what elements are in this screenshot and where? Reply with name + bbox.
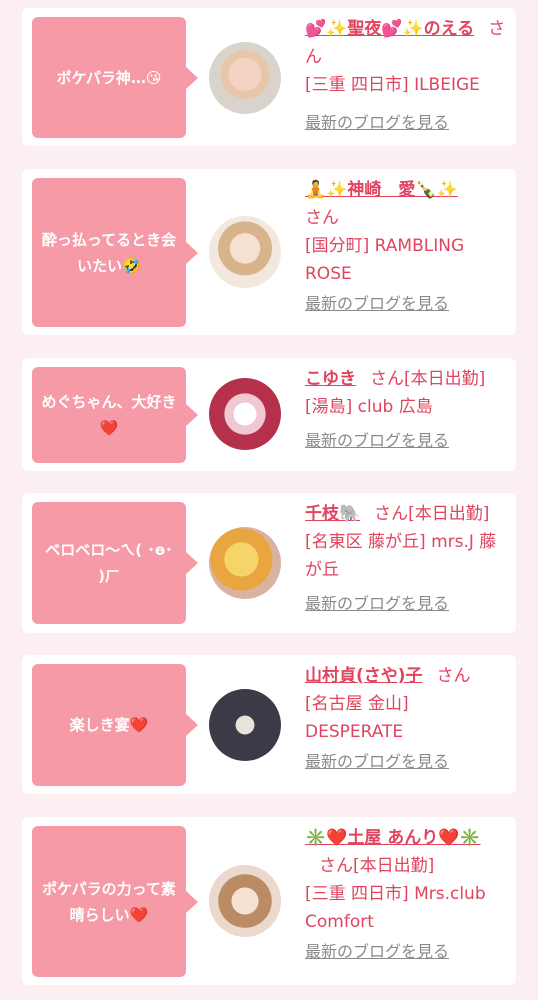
girl-name-link[interactable]: 🧘✨神崎 愛🍾✨ bbox=[305, 180, 458, 200]
girl-name-link[interactable]: こゆき bbox=[305, 369, 356, 389]
shop-text: [三重 四日市] Mrs.club Comfort bbox=[305, 884, 486, 932]
girl-info: 💕✨聖夜💕✨のえる さん [三重 四日市] ILBEIGE 最新のブログを見る bbox=[305, 15, 507, 137]
girl-name-link[interactable]: 山村貞(さや)子 bbox=[305, 666, 423, 686]
girl-card: めぐちゃん、大好き❤️ こゆき さん[本日出勤] [湯島] club 広島 最新の… bbox=[22, 358, 516, 471]
girl-card: 楽しき宴❤️ 山村貞(さや)子 さん [名古屋 金山] DESPERATE 最新の… bbox=[22, 655, 516, 794]
suffix: さん bbox=[305, 208, 339, 228]
girl-name-link[interactable]: ✳️❤️土屋 あんり❤️✳️ bbox=[305, 824, 495, 852]
girl-card: ポケパラ神…😘 💕✨聖夜💕✨のえる さん [三重 四日市] ILBEIGE 最新の… bbox=[22, 8, 516, 146]
comment-bubble: ポケパラ神…😘 bbox=[32, 17, 198, 138]
blog-link[interactable]: 最新のブログを見る bbox=[305, 590, 507, 618]
blog-link[interactable]: 最新のブログを見る bbox=[305, 427, 507, 455]
comment-bubble: 酔っ払ってるとき会いたい🤣 bbox=[32, 178, 198, 327]
comment-bubble: 楽しき宴❤️ bbox=[32, 664, 198, 786]
comment-bubble: めぐちゃん、大好き❤️ bbox=[32, 367, 198, 463]
shop-text: [名古屋 金山] DESPERATE bbox=[305, 694, 409, 742]
girl-info: ✳️❤️土屋 あんり❤️✳️ さん[本日出勤] [三重 四日市] Mrs.club… bbox=[305, 824, 507, 966]
comment-bubble: ポケパラの力って素晴らしい❤️ bbox=[32, 826, 198, 977]
girl-name-link[interactable]: 千枝🐘 bbox=[305, 504, 360, 524]
blog-link[interactable]: 最新のブログを見る bbox=[305, 109, 507, 137]
girl-info: 🧘✨神崎 愛🍾✨ さん [国分町] RAMBLING ROSE 最新のブログを見… bbox=[305, 176, 507, 318]
blog-link[interactable]: 最新のブログを見る bbox=[305, 938, 507, 966]
avatar[interactable] bbox=[209, 216, 281, 288]
suffix: さん bbox=[436, 666, 471, 686]
blog-link[interactable]: 最新のブログを見る bbox=[305, 290, 507, 318]
shop-text: [三重 四日市] ILBEIGE bbox=[305, 75, 480, 95]
girl-info: 千枝🐘 さん[本日出勤] [名東区 藤が丘] mrs.J 藤が丘 最新のブログを見… bbox=[305, 500, 507, 618]
shop-text: [湯島] club 広島 bbox=[305, 397, 433, 417]
girl-card: ポケパラの力って素晴らしい❤️ ✳️❤️土屋 あんり❤️✳️ さん[本日出勤] [… bbox=[22, 817, 516, 985]
girl-name-link[interactable]: 💕✨聖夜💕✨のえる bbox=[305, 19, 474, 39]
girl-card: 酔っ払ってるとき会いたい🤣 🧘✨神崎 愛🍾✨ さん [国分町] RAMBLING… bbox=[22, 169, 516, 335]
avatar[interactable] bbox=[209, 689, 281, 761]
girl-card: ベロベロ〜ㄟ( ･ө･ )ㄏ 千枝🐘 さん[本日出勤] [名東区 藤が丘] mrs… bbox=[22, 493, 516, 633]
girl-info: こゆき さん[本日出勤] [湯島] club 広島 最新のブログを見る bbox=[305, 365, 507, 455]
shop-text: [国分町] RAMBLING ROSE bbox=[305, 236, 465, 284]
avatar[interactable] bbox=[209, 527, 281, 599]
girl-info: 山村貞(さや)子 さん [名古屋 金山] DESPERATE 最新のブログを見る bbox=[305, 662, 507, 776]
avatar[interactable] bbox=[209, 42, 281, 114]
suffix: さん[本日出勤] bbox=[370, 369, 486, 389]
avatar[interactable] bbox=[209, 865, 281, 937]
suffix: さん[本日出勤] bbox=[319, 856, 435, 876]
blog-link[interactable]: 最新のブログを見る bbox=[305, 748, 507, 776]
comment-bubble: ベロベロ〜ㄟ( ･ө･ )ㄏ bbox=[32, 502, 198, 624]
suffix: さん[本日出勤] bbox=[374, 504, 490, 524]
avatar[interactable] bbox=[209, 378, 281, 450]
shop-text: [名東区 藤が丘] mrs.J 藤が丘 bbox=[305, 532, 497, 580]
